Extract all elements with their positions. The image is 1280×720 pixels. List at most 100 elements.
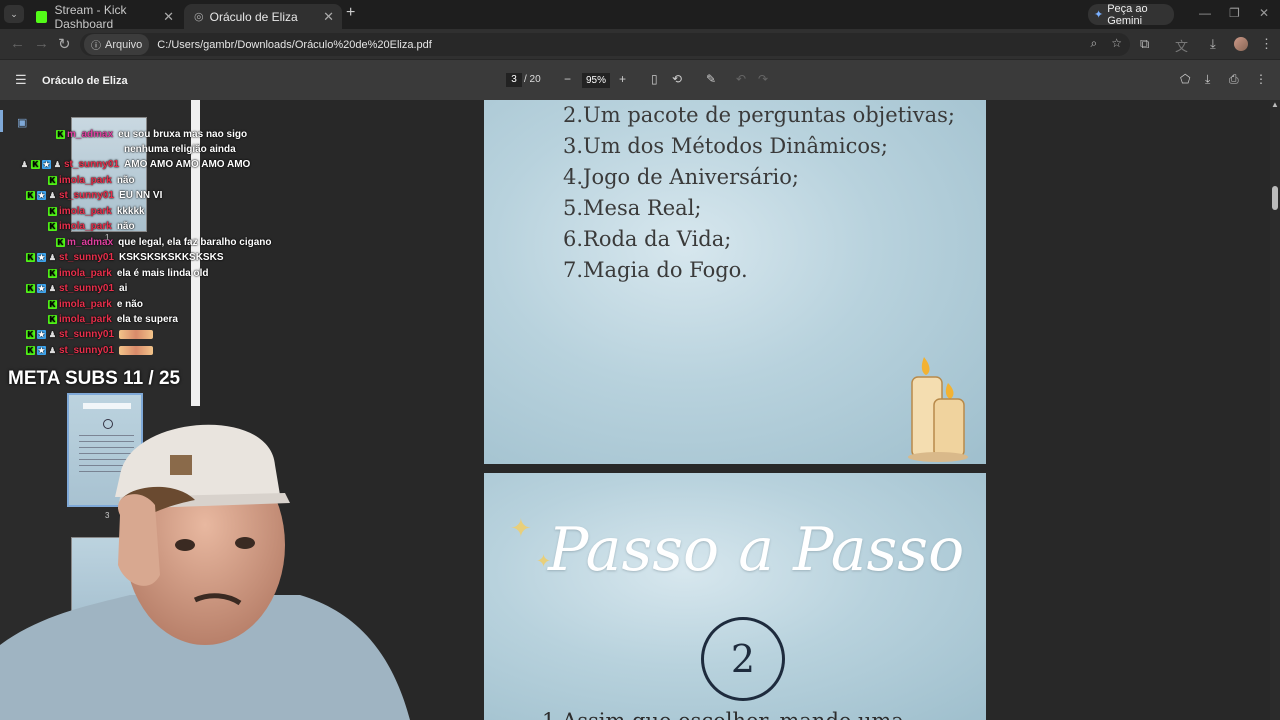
chat-message: K ★ ♟ st_sunny01	[26, 327, 154, 342]
chat-username[interactable]: imola_park	[59, 206, 112, 217]
viewer-scrollbar-thumb[interactable]	[1272, 186, 1278, 210]
close-window-button[interactable]: ✕	[1259, 6, 1269, 20]
chat-username[interactable]: st_sunny01	[64, 159, 119, 170]
download-icon[interactable]: ⤓	[1210, 36, 1216, 52]
new-tab-button[interactable]: +	[346, 4, 355, 22]
forward-arrow-icon[interactable]: →	[34, 35, 49, 52]
chat-username[interactable]: imola_park	[59, 299, 112, 310]
rotate-icon[interactable]: ⟲	[672, 72, 682, 86]
chat-text: nenhuma religião ainda	[124, 144, 236, 155]
tab-oraculo[interactable]: ◎ Oráculo de Eliza ✕	[184, 4, 342, 29]
url-text: C:/Users/gambr/Downloads/Oráculo%20de%20…	[157, 38, 432, 51]
kick-badge-icon: K	[31, 160, 40, 169]
kick-badge-icon: K	[48, 222, 57, 231]
kick-badge-icon: K	[48, 315, 57, 324]
gemini-label: Peça ao Gemini	[1107, 2, 1148, 27]
page-number-input[interactable]: 3	[506, 73, 522, 87]
omnibox[interactable]: ⓘ Arquivo C:/Users/gambr/Downloads/Orácu…	[80, 33, 1130, 56]
ai-shapes-icon[interactable]: ⬠	[1180, 72, 1190, 86]
pdf-more-icon[interactable]: ⋮	[1255, 72, 1267, 86]
close-icon[interactable]: ✕	[163, 9, 174, 25]
tab-title: Stream - Kick Dashboard	[54, 2, 127, 31]
hamburger-menu-icon[interactable]: ☰	[15, 72, 27, 88]
translate-icon[interactable]: 文	[1175, 36, 1188, 55]
minimize-button[interactable]: —	[1199, 6, 1211, 20]
gemini-button[interactable]: ✦ Peça ao Gemini	[1088, 2, 1174, 27]
pdf-toolbar: ☰ Oráculo de Eliza 3 / 20 − 95% + ▯ ⟲ ✎ …	[0, 60, 1280, 100]
zoom-out-icon[interactable]: −	[564, 72, 571, 86]
annotate-pen-icon[interactable]: ✎	[706, 72, 716, 86]
chat-message: K ★ ♟ st_sunny01	[26, 343, 154, 358]
chat-username[interactable]: st_sunny01	[59, 345, 114, 356]
tab-search-button[interactable]: ⌄	[4, 5, 24, 23]
avatar[interactable]	[1234, 37, 1248, 54]
tab-bar: ⌄ Stream - Kick Dashboard ✕ ◎ Oráculo de…	[0, 0, 1280, 31]
step-circle: 2	[701, 617, 785, 701]
chat-username[interactable]: st_sunny01	[59, 252, 114, 263]
tab-kick-dashboard[interactable]: Stream - Kick Dashboard ✕	[26, 2, 182, 31]
chat-username[interactable]: imola_park	[59, 314, 112, 325]
method-list: 2.Um pacote de perguntas objetivas; 3.Um…	[563, 100, 955, 286]
bookmark-star-icon[interactable]: ☆	[1111, 36, 1122, 51]
maximize-button[interactable]: ❐	[1229, 6, 1240, 20]
chat-username[interactable]: st_sunny01	[59, 283, 114, 294]
chat-message: Kimola_park não	[48, 173, 135, 188]
subscriber-badge-icon: ★	[37, 330, 46, 339]
chat-text: ela é mais linda old	[116, 268, 209, 279]
list-item: 6.Roda da Vida;	[563, 227, 732, 251]
chat-text: EU NN VI	[119, 190, 163, 201]
chat-username[interactable]: imola_park	[59, 268, 112, 279]
chat-text: kkkkk	[116, 206, 145, 217]
list-item: 5.Mesa Real;	[563, 196, 702, 220]
kick-badge-icon: K	[26, 284, 35, 293]
print-icon[interactable]: ⎙	[1229, 72, 1239, 87]
pdf-title: Oráculo de Eliza	[42, 75, 128, 87]
redo-icon[interactable]: ↷	[758, 72, 768, 86]
chat-text: não	[116, 221, 135, 232]
kick-badge-icon: K	[26, 191, 35, 200]
extensions-icon[interactable]: ⧉	[1140, 36, 1149, 52]
chat-message: Km_admax que legal, ela faz baralho cigan…	[56, 235, 272, 250]
subscriber-badge-icon: ★	[42, 160, 51, 169]
chat-message: K ★ ♟ st_sunny01 KSKSKSKSKKSKSKS	[26, 250, 224, 265]
kick-badge-icon: K	[26, 330, 35, 339]
subscriber-badge-icon: ★	[37, 253, 46, 262]
pdf-download-icon[interactable]: ⤓	[1205, 72, 1210, 87]
subscriber-badge-icon: ★	[37, 191, 46, 200]
kick-badge-icon: K	[26, 346, 35, 355]
back-arrow-icon[interactable]: ←	[10, 35, 25, 52]
menu-dots-icon[interactable]: ⋮	[1260, 36, 1273, 52]
chat-message: Kimola_park ela te supera	[48, 312, 178, 327]
chat-username[interactable]: st_sunny01	[59, 190, 114, 201]
chat-text: não	[116, 175, 135, 186]
scroll-up-arrow-icon[interactable]: ▲	[1271, 100, 1279, 109]
address-bar: ← → ↻ ⓘ Arquivo C:/Users/gambr/Downloads…	[0, 29, 1280, 60]
chat-username[interactable]: m_admax	[67, 237, 113, 248]
close-icon[interactable]: ✕	[323, 9, 334, 25]
thumbnails-icon[interactable]: ▣	[17, 116, 27, 129]
kick-badge-icon: K	[48, 176, 57, 185]
moderator-badge-icon: ♟	[48, 284, 57, 293]
chat-username[interactable]: st_sunny01	[59, 329, 114, 340]
zoom-input[interactable]: 95%	[582, 73, 610, 88]
moderator-badge-icon: ♟	[48, 330, 57, 339]
webcam-streamer-image	[0, 424, 410, 720]
file-chip[interactable]: ⓘ Arquivo	[84, 34, 150, 55]
kick-badge-icon: K	[56, 130, 65, 139]
undo-icon[interactable]: ↶	[736, 72, 746, 86]
chat-message: Kimola_park ela é mais linda old	[48, 266, 209, 281]
fit-page-icon[interactable]: ▯	[651, 72, 658, 86]
tab-title: Oráculo de Eliza	[209, 9, 298, 24]
reload-icon[interactable]: ↻	[58, 35, 71, 53]
globe-icon: ◎	[194, 11, 204, 23]
chat-username[interactable]: imola_park	[59, 175, 112, 186]
zoom-in-icon[interactable]: +	[619, 72, 626, 86]
chat-message: K ★ ♟ st_sunny01 ai	[26, 281, 127, 296]
list-item: 2.Um pacote de perguntas objetivas;	[563, 103, 956, 127]
kick-badge-icon: K	[26, 253, 35, 262]
chat-message: ♟ K ★ ♟ st_sunny01 AMO AMO AMO AMO AMO	[20, 157, 250, 172]
chat-text: ela te supera	[116, 314, 178, 325]
chat-username[interactable]: imola_park	[59, 221, 112, 232]
chat-username[interactable]: m_admax	[67, 129, 113, 140]
zoom-search-icon[interactable]: ⌕	[1091, 36, 1098, 51]
